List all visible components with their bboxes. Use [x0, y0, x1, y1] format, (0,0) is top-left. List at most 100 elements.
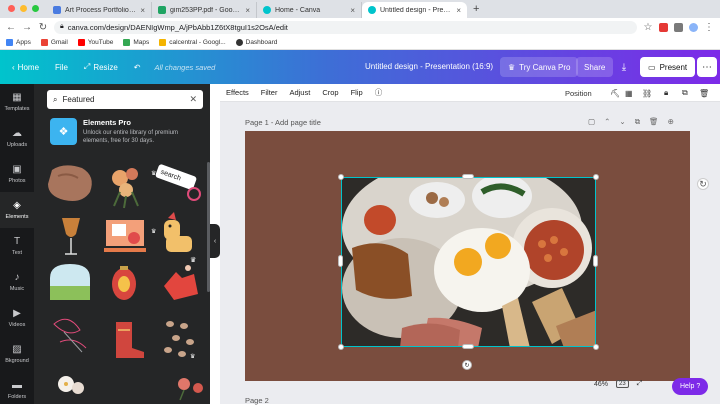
element-cowboy-boot[interactable]: [116, 322, 144, 358]
minimize-window-icon[interactable]: [20, 5, 27, 12]
bookmark-calcentral[interactable]: calcentral - Googl...: [159, 39, 226, 46]
chevron-up-icon[interactable]: ⌃: [604, 117, 610, 127]
adjust-button[interactable]: Adjust: [283, 88, 316, 97]
reload-icon[interactable]: ↻: [38, 22, 48, 33]
add-button[interactable]: ↻: [697, 178, 709, 190]
page-count-button[interactable]: 23: [616, 380, 629, 388]
element-thumbs-up[interactable]: [164, 265, 198, 300]
duplicate-page-icon[interactable]: ⧉: [635, 117, 640, 127]
resize-handle-bottom-left[interactable]: [338, 344, 344, 350]
browser-tab[interactable]: Home - Canva ×: [257, 2, 362, 18]
element-leopard-spots[interactable]: [164, 321, 194, 357]
rail-item-templates[interactable]: ▦ Templates: [0, 84, 34, 120]
home-button[interactable]: ‹ Home: [4, 56, 47, 78]
element-red-flowers[interactable]: [178, 378, 203, 401]
rail-item-uploads[interactable]: ☁ Uploads: [0, 120, 34, 156]
profile-avatar[interactable]: [689, 22, 698, 32]
element-white-flower[interactable]: [58, 376, 84, 394]
more-options-button[interactable]: ⋯: [697, 57, 717, 77]
maximize-window-icon[interactable]: [32, 5, 39, 12]
close-tab-icon[interactable]: ×: [245, 6, 250, 15]
position-button[interactable]: Position: [565, 84, 592, 102]
element-ornament[interactable]: [112, 266, 136, 300]
elements-pro-card[interactable]: ❖ Elements Pro Unlock our entire library…: [50, 118, 200, 154]
close-window-icon[interactable]: [8, 5, 15, 12]
notes-icon[interactable]: ▢: [588, 117, 595, 127]
new-tab-button[interactable]: +: [467, 3, 485, 18]
browser-menu-icon[interactable]: ⋮: [704, 22, 714, 33]
crop-button[interactable]: Crop: [316, 88, 344, 97]
resize-handle-left[interactable]: [338, 255, 343, 267]
share-button[interactable]: Share: [576, 57, 614, 77]
lock-icon[interactable]: 🔒︎: [664, 84, 668, 102]
transparency-icon[interactable]: ▦: [625, 84, 633, 102]
zoom-level[interactable]: 46%: [594, 381, 608, 388]
info-icon[interactable]: ⓘ: [369, 87, 389, 98]
extension-icon[interactable]: [659, 22, 668, 32]
close-tab-icon[interactable]: ×: [350, 6, 355, 15]
link-icon[interactable]: ⛓: [642, 84, 652, 102]
resize-handle-top-left[interactable]: [338, 174, 344, 180]
clear-search-icon[interactable]: ✕: [189, 94, 197, 105]
resize-handle-top[interactable]: [462, 174, 474, 179]
undo-button[interactable]: ↶: [126, 56, 149, 78]
element-arch-window[interactable]: [50, 264, 90, 300]
back-icon[interactable]: ←: [6, 22, 16, 33]
elements-search-input[interactable]: ⌕ Featured ✕: [47, 90, 203, 109]
rail-item-elements[interactable]: ◈ Elements: [0, 192, 34, 228]
extension-icon[interactable]: [674, 22, 683, 32]
fullscreen-icon[interactable]: ⤢: [637, 380, 643, 388]
effects-button[interactable]: Effects: [220, 88, 255, 97]
bookmark-star-icon[interactable]: ☆: [643, 22, 653, 33]
close-tab-icon[interactable]: ×: [140, 6, 145, 15]
rail-item-text[interactable]: T Text: [0, 228, 34, 264]
element-search-sticker[interactable]: search: [155, 164, 201, 201]
resize-handle-right[interactable]: [593, 255, 598, 267]
copy-icon[interactable]: ⧉: [682, 84, 688, 102]
rotate-handle[interactable]: ↻: [462, 360, 472, 370]
element-online-meeting[interactable]: [104, 220, 146, 252]
bookmark-maps[interactable]: Maps: [123, 39, 149, 46]
url-field[interactable]: 🔒︎ canva.com/design/DAENIgWmp_A/jPbAbb1Z…: [54, 20, 637, 34]
rail-item-background[interactable]: ▨ Bkground: [0, 336, 34, 372]
download-button[interactable]: ⤓: [614, 57, 634, 77]
bookmark-youtube[interactable]: YouTube: [77, 39, 113, 46]
add-page-icon[interactable]: ⊕: [668, 117, 674, 127]
chevron-down-icon[interactable]: ⌄: [619, 117, 625, 127]
present-button[interactable]: ▭ Present: [640, 57, 696, 77]
element-wine-glass[interactable]: [62, 218, 80, 255]
element-rock-texture[interactable]: [48, 165, 92, 201]
rail-item-folders[interactable]: ▬ Folders: [0, 372, 34, 408]
breakfast-photo[interactable]: [341, 177, 596, 347]
paint-roller-icon[interactable]: ⛏: [610, 84, 620, 102]
close-tab-icon[interactable]: ×: [456, 6, 461, 15]
browser-tab[interactable]: gim253PP.pdf - Google Drive×: [152, 2, 257, 18]
rail-item-photos[interactable]: ▣ Photos: [0, 156, 34, 192]
element-flower-bouquet[interactable]: [112, 168, 139, 209]
resize-handle-top-right[interactable]: [593, 174, 599, 180]
bookmark-dashboard[interactable]: Dashboard: [235, 39, 277, 46]
element-line-leaves[interactable]: [53, 318, 87, 353]
delete-page-icon[interactable]: 🗑︎: [649, 117, 659, 127]
rail-item-music[interactable]: ♪ Music: [0, 264, 34, 300]
page-title-label[interactable]: Page 1 - Add page title: [245, 118, 321, 127]
document-title[interactable]: Untitled design - Presentation (16:9): [365, 50, 493, 84]
resize-button[interactable]: ⤢ Resize: [76, 56, 126, 78]
browser-tab[interactable]: Art Process Portfolio series 2 ×: [47, 2, 152, 18]
file-menu-button[interactable]: File: [47, 56, 76, 78]
crown-badge-icon: ♛: [151, 228, 156, 235]
delete-icon[interactable]: 🗑︎: [699, 84, 709, 102]
forward-icon[interactable]: →: [22, 22, 32, 33]
resize-handle-bottom-right[interactable]: [593, 344, 599, 350]
try-pro-button[interactable]: ♛ Try Canva Pro: [500, 57, 579, 77]
element-llama[interactable]: [164, 212, 192, 252]
filter-button[interactable]: Filter: [255, 88, 284, 97]
flip-button[interactable]: Flip: [345, 88, 369, 97]
bookmark-apps[interactable]: Apps: [6, 39, 31, 46]
browser-tab-active[interactable]: Untitled design - Presentation ×: [362, 2, 467, 18]
resize-handle-bottom[interactable]: [462, 344, 474, 349]
rail-item-videos[interactable]: ▶ Videos: [0, 300, 34, 336]
collapse-panel-button[interactable]: ‹: [210, 224, 220, 258]
help-button[interactable]: Help ?: [672, 378, 709, 395]
bookmark-gmail[interactable]: Gmail: [40, 39, 68, 46]
